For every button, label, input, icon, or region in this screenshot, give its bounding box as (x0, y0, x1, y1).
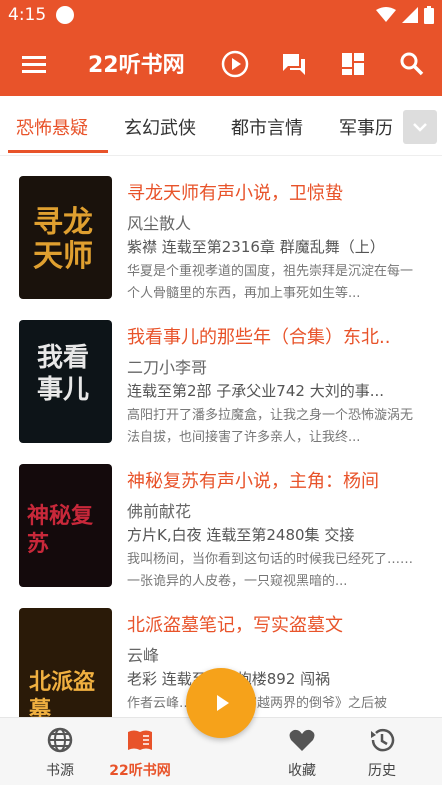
book-meta: 老彩 连载至天府炮楼892 闯祸 (127, 670, 331, 688)
play-circle-icon (221, 50, 249, 78)
nav-history[interactable]: 历史 (342, 726, 422, 780)
status-time: 4:15 (8, 5, 47, 25)
play-fab-button[interactable] (186, 668, 256, 738)
play-icon (217, 695, 229, 711)
cover-title: 神秘复苏 (27, 503, 94, 557)
play-button[interactable] (219, 48, 251, 80)
search-button[interactable] (396, 48, 428, 80)
hamburger-icon (22, 56, 46, 73)
book-title: 我看事儿的那些年（合集）东北.. (127, 327, 391, 348)
book-desc: 高阳打开了潘多拉魔盒，让我之身一个恐怖漩涡无法自拔，也间接害了许多亲人，让我终.… (127, 408, 414, 445)
book-desc: 华夏是个重视孝道的国度，祖先崇拜是沉淀在每一个人骨髓里的东西，再加上事死如生等.… (127, 264, 414, 301)
book-title: 北派盗墓笔记，写实盗墓文 (127, 615, 343, 636)
list-item[interactable]: 神秘复苏 神秘复苏有声小说，主角：杨间 佛前献花 方片K,白夜 连载至第2480… (0, 446, 442, 589)
nav-label: 22听书网 (109, 763, 171, 779)
signal-icon (402, 7, 418, 23)
list-item[interactable]: 寻龙天师 寻龙天师有声小说，卫惊蛰 风尘散人 紫襟 连载至第2316章 群魔乱舞… (0, 158, 442, 301)
chevron-down-icon (413, 123, 427, 132)
status-bar: 4:15 (0, 0, 442, 32)
app-title: 22听书网 (88, 53, 185, 78)
tab-military[interactable]: 军事历 (339, 114, 393, 140)
dashboard-icon (342, 53, 364, 75)
nav-favorites[interactable]: 收藏 (262, 726, 342, 780)
category-tabs: 恐怖悬疑 玄幻武侠 都市言情 军事历 (0, 96, 442, 156)
book-meta: 连载至第2部 子承父业742 大刘的事... (127, 382, 385, 400)
cover-title: 我看事儿 (37, 343, 90, 405)
list-item[interactable]: 我看事儿 我看事儿的那些年（合集）东北.. 二刀小李哥 连载至第2部 子承父业7… (0, 302, 442, 445)
book-cover: 我看事儿 (19, 320, 112, 443)
nav-label: 书源 (46, 763, 74, 779)
cover-title: 北派盗墓 (29, 669, 96, 723)
nav-home[interactable]: 22听书网 (100, 726, 180, 780)
heart-icon (289, 729, 315, 751)
book-open-icon (128, 730, 152, 750)
battery-icon (424, 6, 434, 24)
notification-dot-icon (56, 6, 74, 24)
chat-icon (283, 54, 305, 75)
book-meta: 紫襟 连载至第2316章 群魔乱舞（上） (127, 238, 385, 256)
tab-urban[interactable]: 都市言情 (231, 114, 303, 140)
nav-sources[interactable]: 书源 (20, 726, 100, 780)
globe-icon (47, 727, 73, 753)
app-bar: 22听书网 (0, 32, 442, 96)
book-desc: 我叫杨间，当你看到这句话的时候我已经死了……一张诡异的人皮卷，一只窥视黑暗的..… (127, 552, 414, 589)
tab-fantasy[interactable]: 玄幻武侠 (124, 114, 196, 140)
chat-button[interactable] (278, 48, 310, 80)
book-title: 神秘复苏有声小说，主角：杨间 (127, 471, 379, 492)
status-icons (376, 6, 434, 24)
book-title: 寻龙天师有声小说，卫惊蛰 (127, 183, 343, 204)
book-meta: 方片K,白夜 连载至第2480集 交接 (127, 526, 355, 544)
cover-title: 寻龙天师 (33, 205, 93, 274)
book-author: 风尘散人 (127, 214, 192, 233)
book-author: 云峰 (127, 646, 160, 665)
expand-tabs-button[interactable] (403, 110, 437, 144)
dashboard-button[interactable] (337, 48, 369, 80)
book-cover: 北派盗墓 (19, 608, 112, 731)
book-author: 二刀小李哥 (127, 358, 208, 377)
nav-label: 收藏 (288, 763, 316, 779)
active-tab-indicator (8, 150, 108, 153)
search-icon (400, 52, 424, 76)
nav-label: 历史 (368, 763, 396, 779)
book-cover: 神秘复苏 (19, 464, 112, 587)
wifi-icon (376, 7, 396, 22)
book-cover: 寻龙天师 (19, 176, 112, 299)
menu-button[interactable] (20, 50, 48, 78)
history-icon (371, 728, 395, 752)
book-author: 佛前献花 (127, 502, 192, 521)
tab-horror[interactable]: 恐怖悬疑 (16, 114, 88, 140)
